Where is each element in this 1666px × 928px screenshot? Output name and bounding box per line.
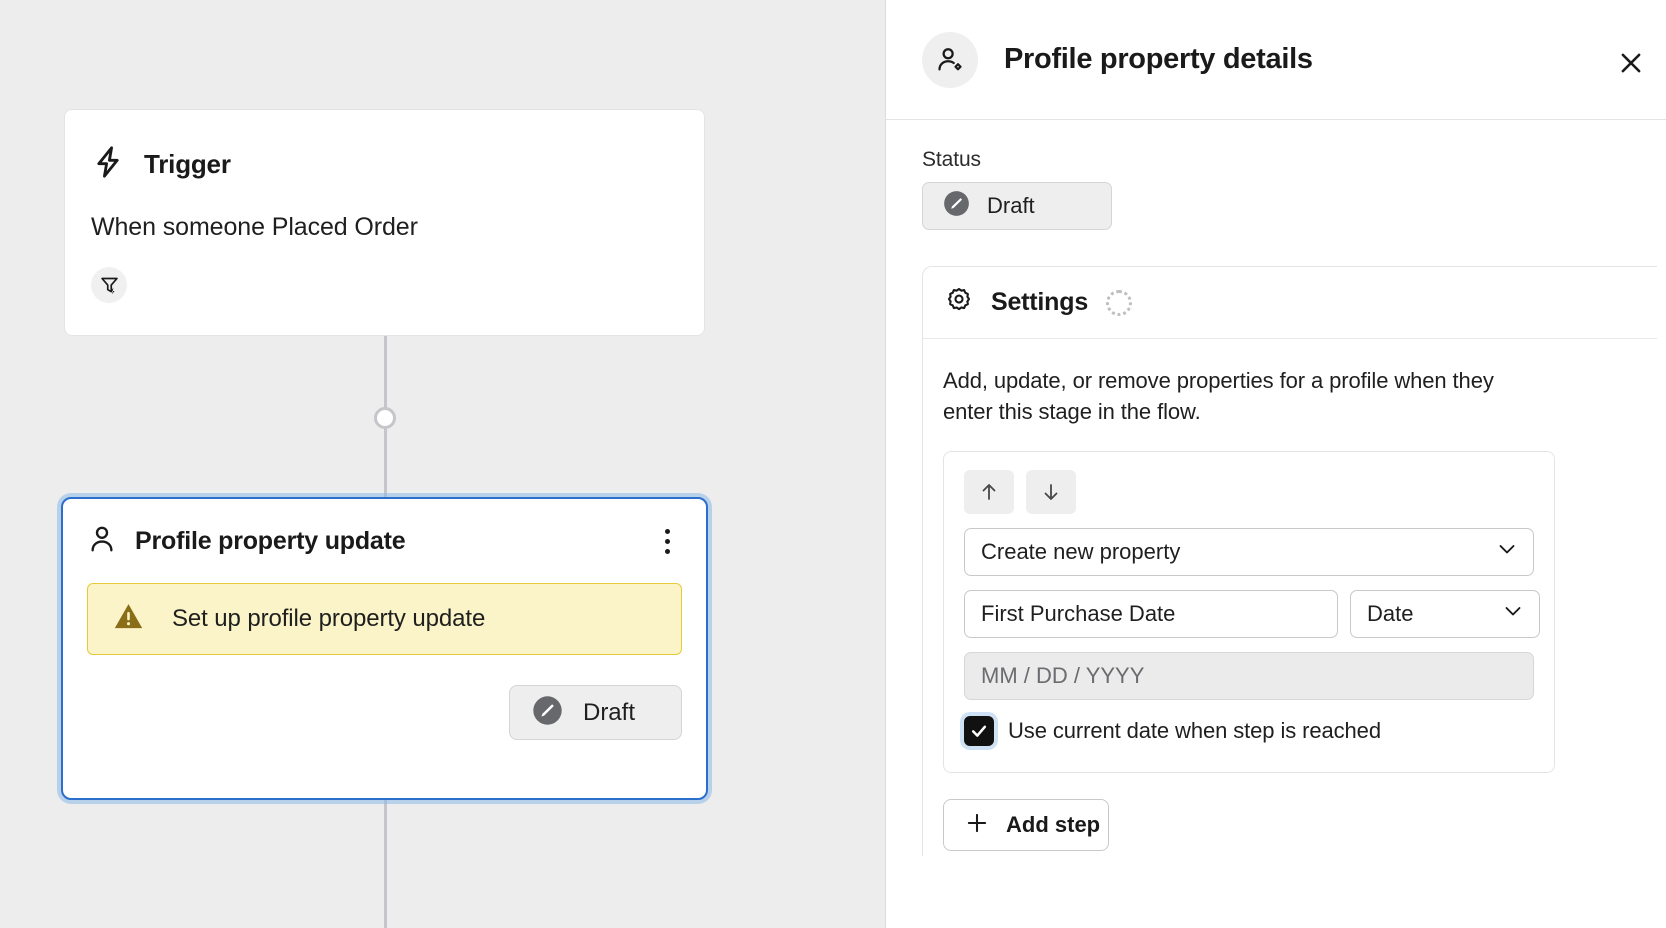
date-value-placeholder: MM / DD / YYYY: [981, 663, 1144, 689]
property-source-select-value: Create new property: [981, 539, 1180, 565]
draft-pencil-icon: [943, 190, 970, 222]
add-step-button-label: Add step: [1006, 812, 1100, 838]
step-card-warning-banner[interactable]: Set up profile property update: [87, 583, 682, 655]
settings-card-body: Add, update, or remove properties for a …: [923, 339, 1657, 851]
arrow-up-icon[interactable]: [964, 470, 1014, 514]
property-source-select[interactable]: Create new property: [964, 528, 1534, 576]
status-badge[interactable]: Draft: [509, 685, 682, 740]
property-name-input-value: First Purchase Date: [981, 601, 1175, 627]
property-step-box: Create new property First Purchase Date: [943, 451, 1555, 773]
close-icon[interactable]: [1610, 42, 1652, 84]
panel-header: Profile property details: [886, 0, 1666, 120]
use-current-date-row[interactable]: Use current date when step is reached: [964, 716, 1534, 746]
kebab-menu-icon[interactable]: [654, 524, 680, 558]
add-step-button[interactable]: Add step: [943, 799, 1109, 851]
flow-connector-node[interactable]: [374, 407, 396, 429]
draft-pencil-icon: [532, 695, 563, 731]
reorder-controls: [964, 470, 1534, 514]
panel-status-value: Draft: [987, 193, 1035, 219]
details-panel: Profile property details Status Draft: [885, 0, 1666, 928]
warning-triangle-icon: [112, 601, 145, 637]
property-name-input[interactable]: First Purchase Date: [964, 590, 1338, 638]
settings-card-header: Settings: [923, 267, 1657, 339]
panel-body: Status Draft: [886, 120, 1666, 856]
filter-lightning-icon[interactable]: [91, 267, 127, 303]
app-root: Trigger When someone Placed Order Pr: [0, 0, 1666, 928]
trigger-card-header: Trigger: [91, 144, 678, 185]
gear-icon: [945, 286, 973, 319]
use-current-date-label: Use current date when step is reached: [1008, 718, 1381, 744]
loading-spinner-icon: [1106, 290, 1132, 316]
step-card-header: Profile property update: [87, 521, 682, 561]
settings-card: Settings Add, update, or remove properti…: [922, 266, 1657, 856]
panel-title: Profile property details: [1004, 43, 1313, 76]
step-card-warning-text: Set up profile property update: [172, 605, 485, 633]
settings-description: Add, update, or remove properties for a …: [943, 365, 1517, 427]
trigger-card-title: Trigger: [144, 149, 231, 180]
date-value-input: MM / DD / YYYY: [964, 652, 1534, 700]
arrow-down-icon[interactable]: [1026, 470, 1076, 514]
chevron-down-icon: [1501, 599, 1525, 629]
profile-property-icon: [922, 32, 978, 88]
panel-status-chip[interactable]: Draft: [922, 182, 1112, 230]
chevron-down-icon: [1495, 537, 1519, 567]
status-label: Status: [922, 148, 1666, 172]
checkmark-icon: [969, 721, 989, 741]
step-card-profile-property-update[interactable]: Profile property update Set up profile p…: [61, 497, 708, 800]
property-name-type-row: First Purchase Date Date: [964, 590, 1534, 638]
use-current-date-checkbox[interactable]: [964, 716, 994, 746]
status-badge-label: Draft: [583, 699, 635, 727]
step-card-title: Profile property update: [135, 527, 405, 556]
property-type-select[interactable]: Date: [1350, 590, 1540, 638]
lightning-bolt-icon: [91, 144, 125, 185]
property-type-select-value: Date: [1367, 601, 1413, 627]
settings-card-title: Settings: [991, 288, 1088, 317]
trigger-card[interactable]: Trigger When someone Placed Order: [64, 109, 705, 336]
flow-canvas[interactable]: Trigger When someone Placed Order Pr: [0, 0, 885, 928]
step-card-status-row: Draft: [87, 685, 682, 740]
person-icon: [87, 523, 117, 560]
trigger-card-description: When someone Placed Order: [91, 213, 678, 242]
plus-icon: [964, 810, 990, 841]
